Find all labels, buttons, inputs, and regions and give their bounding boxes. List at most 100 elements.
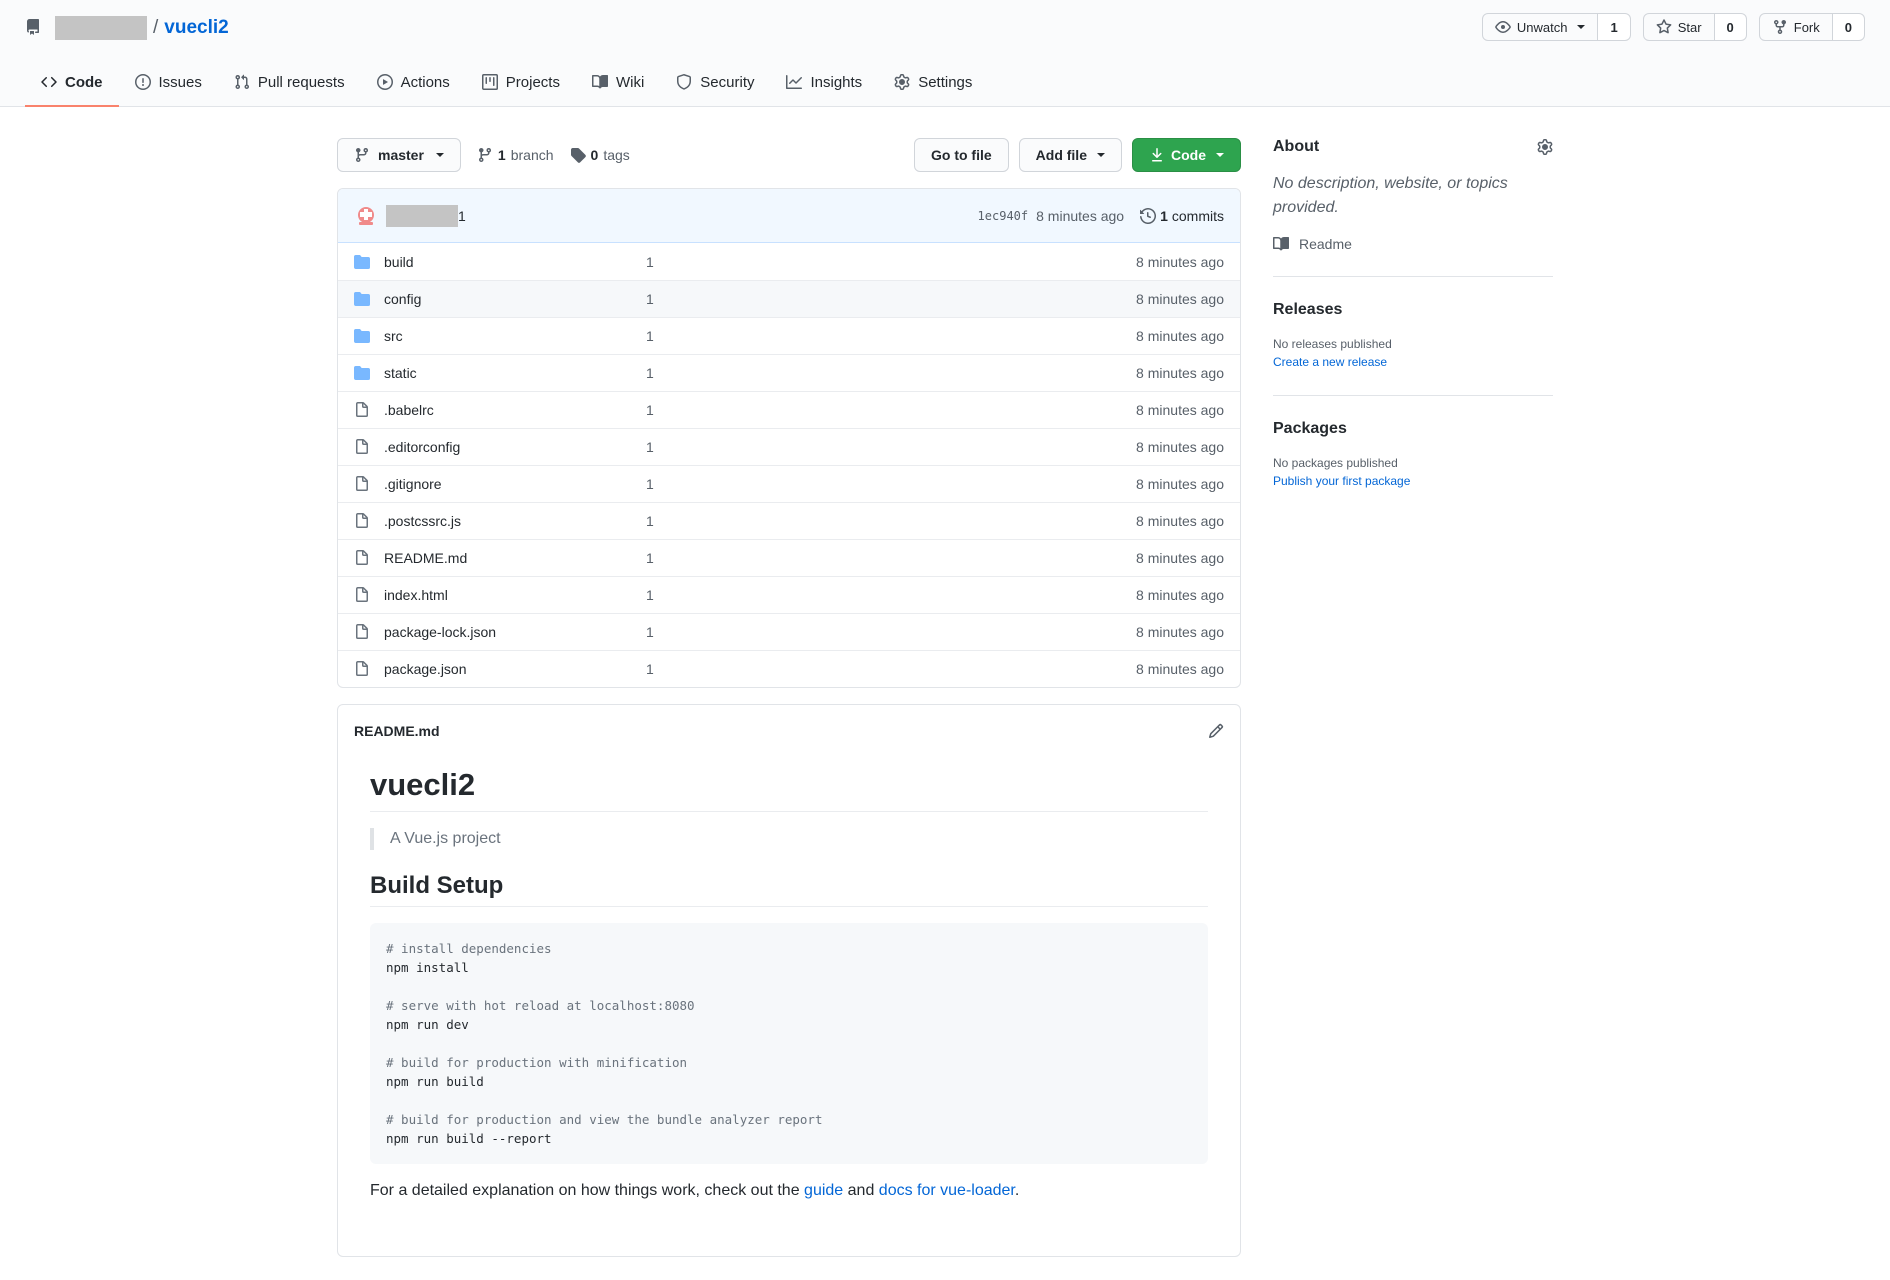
tab-insights[interactable]: Insights [770, 59, 878, 107]
file-commit-message[interactable]: 1 [646, 661, 1136, 677]
tab-issues[interactable]: Issues [119, 59, 218, 107]
vue-loader-docs-link[interactable]: docs for vue-loader [879, 1182, 1015, 1199]
tab-actions[interactable]: Actions [361, 59, 466, 107]
tab-pull-requests[interactable]: Pull requests [218, 59, 361, 107]
branch-select-button[interactable]: master [337, 138, 461, 172]
pull-request-icon [234, 74, 250, 90]
chevron-down-icon [1216, 153, 1224, 157]
file-commit-message[interactable]: 1 [646, 402, 1136, 418]
file-commit-message[interactable]: 1 [646, 550, 1136, 566]
repo-actions: Unwatch 1 Star 0 Fork 0 [1481, 13, 1865, 41]
file-row[interactable]: src 1 8 minutes ago [338, 317, 1240, 354]
create-release-link[interactable]: Create a new release [1273, 353, 1553, 371]
pencil-icon[interactable] [1208, 723, 1224, 739]
fork-button[interactable]: Fork [1758, 13, 1833, 41]
file-commit-message[interactable]: 1 [646, 476, 1136, 492]
fork-count[interactable]: 0 [1832, 13, 1865, 41]
file-name-link[interactable]: index.html [384, 587, 646, 603]
file-row[interactable]: index.html 1 8 minutes ago [338, 576, 1240, 613]
file-age: 8 minutes ago [1136, 402, 1224, 418]
readme-quote: A Vue.js project [370, 828, 1208, 850]
publish-package-link[interactable]: Publish your first package [1273, 472, 1553, 490]
owner-name-redacted[interactable] [55, 16, 147, 40]
file-commit-message[interactable]: 1 [646, 254, 1136, 270]
chevron-down-icon [1577, 25, 1586, 29]
commit-message[interactable]: 1 [458, 208, 466, 224]
releases-empty-text: No releases published [1273, 337, 1392, 351]
file-row[interactable]: README.md 1 8 minutes ago [338, 539, 1240, 576]
file-name-link[interactable]: .editorconfig [384, 439, 646, 455]
avatar[interactable] [354, 203, 378, 228]
add-file-button[interactable]: Add file [1018, 138, 1122, 172]
about-heading: About [1273, 138, 1553, 156]
file-commit-message[interactable]: 1 [646, 439, 1136, 455]
star-count[interactable]: 0 [1714, 13, 1747, 41]
branches-link[interactable]: 1 branch [477, 147, 554, 163]
file-row[interactable]: config 1 8 minutes ago [338, 280, 1240, 317]
star-button[interactable]: Star [1642, 13, 1715, 41]
file-icon [354, 587, 370, 603]
tab-projects[interactable]: Projects [466, 59, 576, 107]
file-age: 8 minutes ago [1136, 661, 1224, 677]
file-name-link[interactable]: config [384, 291, 646, 307]
file-commit-message[interactable]: 1 [646, 587, 1136, 603]
file-rows: build 1 8 minutes ago config 1 8 minutes… [338, 243, 1240, 687]
readme-link[interactable]: Readme [1273, 236, 1553, 252]
packages-heading[interactable]: Packages [1273, 420, 1553, 438]
file-age: 8 minutes ago [1136, 328, 1224, 344]
watch-button[interactable]: Unwatch [1481, 13, 1599, 41]
file-commit-message[interactable]: 1 [646, 328, 1136, 344]
releases-heading[interactable]: Releases [1273, 301, 1553, 319]
tab-wiki[interactable]: Wiki [576, 59, 660, 107]
code-download-button[interactable]: Code [1132, 138, 1241, 172]
file-commit-message[interactable]: 1 [646, 624, 1136, 640]
history-icon [1140, 207, 1157, 224]
tags-link[interactable]: 0 tags [570, 147, 630, 163]
file-name-link[interactable]: package-lock.json [384, 624, 646, 640]
file-row[interactable]: .postcssrc.js 1 8 minutes ago [338, 502, 1240, 539]
file-name-link[interactable]: .gitignore [384, 476, 646, 492]
project-icon [481, 74, 498, 90]
file-name-link[interactable]: README.md [384, 550, 646, 566]
code-line: # build for production and view the bund… [386, 1112, 823, 1127]
file-commit-message[interactable]: 1 [646, 291, 1136, 307]
file-commit-message[interactable]: 1 [646, 365, 1136, 381]
tab-code[interactable]: Code [25, 59, 119, 107]
file-name-link[interactable]: package.json [384, 661, 646, 677]
file-row[interactable]: package-lock.json 1 8 minutes ago [338, 613, 1240, 650]
commit-sha[interactable]: 1ec940f [978, 209, 1029, 223]
file-age: 8 minutes ago [1136, 291, 1224, 307]
file-age: 8 minutes ago [1136, 476, 1224, 492]
commits-history-link[interactable]: 1 commits [1140, 208, 1224, 224]
code-line: # install dependencies [386, 941, 552, 956]
file-row[interactable]: package.json 1 8 minutes ago [338, 650, 1240, 687]
guide-link[interactable]: guide [804, 1182, 843, 1199]
go-to-file-button[interactable]: Go to file [913, 138, 1009, 172]
commit-author-redacted[interactable] [386, 204, 458, 227]
file-row[interactable]: .editorconfig 1 8 minutes ago [338, 428, 1240, 465]
commits-label: commits [1171, 207, 1224, 224]
tab-security[interactable]: Security [660, 59, 770, 107]
book-icon [1273, 236, 1289, 252]
file-name-link[interactable]: static [384, 365, 646, 381]
tab-label: Issues [158, 73, 202, 91]
repo-name-link[interactable]: vuecli2 [164, 17, 228, 39]
file-icon [354, 402, 370, 418]
file-icon [354, 476, 370, 492]
tab-label: Security [700, 73, 755, 91]
file-commit-message[interactable]: 1 [646, 513, 1136, 529]
eye-icon [1495, 19, 1511, 35]
file-row[interactable]: .babelrc 1 8 minutes ago [338, 391, 1240, 428]
file-row[interactable]: static 1 8 minutes ago [338, 354, 1240, 391]
tab-settings[interactable]: Settings [878, 59, 988, 107]
gear-icon[interactable] [1537, 139, 1553, 155]
watch-count[interactable]: 1 [1598, 13, 1631, 41]
file-name-link[interactable]: src [384, 328, 646, 344]
file-name-link[interactable]: .postcssrc.js [384, 513, 646, 529]
file-row[interactable]: .gitignore 1 8 minutes ago [338, 465, 1240, 502]
file-name-link[interactable]: .babelrc [384, 402, 646, 418]
file-row[interactable]: build 1 8 minutes ago [338, 243, 1240, 280]
watch-label: Unwatch [1516, 19, 1568, 35]
file-name-link[interactable]: build [384, 254, 646, 270]
